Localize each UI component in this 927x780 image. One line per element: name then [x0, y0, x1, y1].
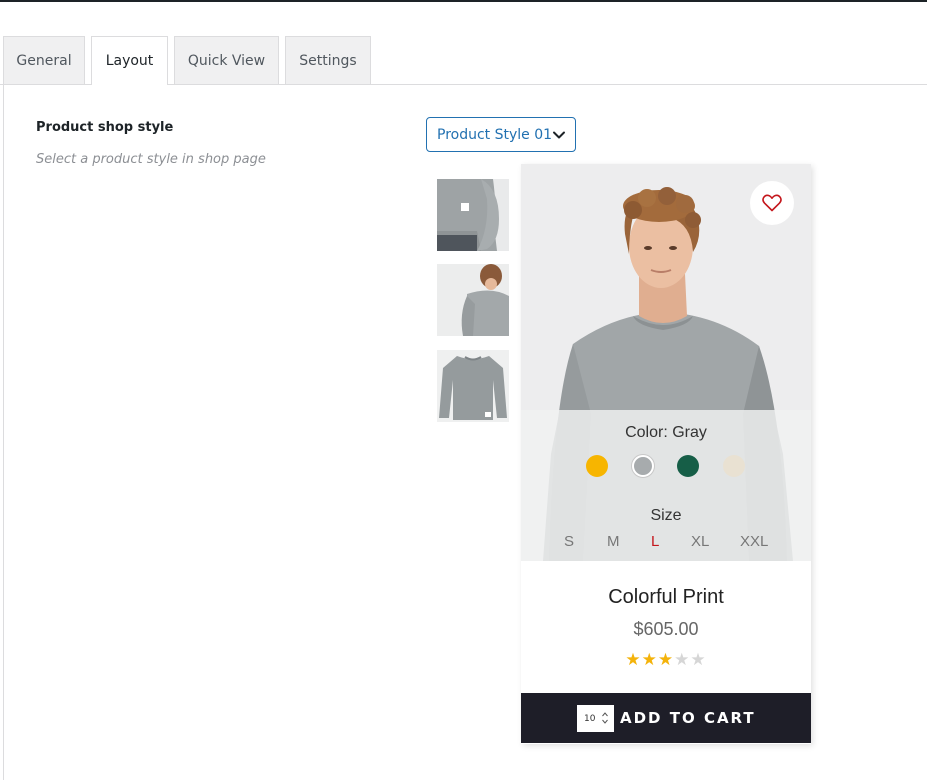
star-filled-icon: ★: [657, 650, 675, 670]
size-option[interactable]: S: [564, 533, 574, 550]
field-description: Select a product style in shop page: [36, 152, 266, 167]
size-label: Size: [650, 507, 682, 524]
color-swatch[interactable]: [586, 455, 608, 477]
quantity-stepper[interactable]: 10: [577, 705, 614, 732]
star-filled-icon: ★: [641, 650, 658, 670]
heart-icon: [762, 194, 782, 212]
select-value: Product Style 01: [437, 126, 553, 143]
tab-settings[interactable]: Settings: [285, 36, 371, 85]
star-empty-icon: ★: [674, 650, 691, 670]
color-label: Color: Gray: [625, 424, 707, 441]
product-style-select[interactable]: Product Style 01: [426, 117, 576, 152]
product-price: $605.00: [633, 619, 699, 639]
star-empty-icon: ★: [690, 650, 707, 670]
size-option[interactable]: XL: [691, 533, 709, 550]
product-card: Color: Gray Size S M L XL XXL Colorful P…: [521, 164, 811, 744]
rating-stars: ★★★★★: [521, 650, 811, 670]
tab-layout[interactable]: Layout: [91, 36, 168, 86]
tab-general[interactable]: General: [3, 36, 85, 85]
size-option[interactable]: XXL: [740, 533, 768, 550]
color-swatch[interactable]: [723, 455, 745, 477]
product-title[interactable]: Colorful Print: [521, 586, 811, 609]
color-swatch-selected[interactable]: [632, 455, 654, 477]
spinner-arrows-icon: [602, 712, 608, 724]
tab-bar: General Layout Quick View Settings: [0, 36, 927, 86]
star-filled-icon: ★: [625, 650, 642, 670]
size-option-selected[interactable]: L: [651, 533, 659, 550]
wishlist-button[interactable]: [750, 181, 794, 225]
tab-quick-view[interactable]: Quick View: [174, 36, 279, 85]
add-to-cart-bar: 10 ADD TO CART: [521, 693, 811, 743]
size-option[interactable]: M: [607, 533, 620, 550]
thumbnail-flat-sweater[interactable]: [437, 350, 509, 422]
chevron-down-icon: [553, 131, 565, 139]
color-swatch[interactable]: [677, 455, 699, 477]
thumbnail-back-view[interactable]: [437, 264, 509, 336]
field-label: Product shop style: [36, 120, 174, 135]
thumbnail-sweater-closeup[interactable]: [437, 179, 509, 251]
add-to-cart-button[interactable]: ADD TO CART: [620, 709, 756, 727]
quantity-value: 10: [584, 713, 596, 724]
top-border: [0, 0, 927, 2]
